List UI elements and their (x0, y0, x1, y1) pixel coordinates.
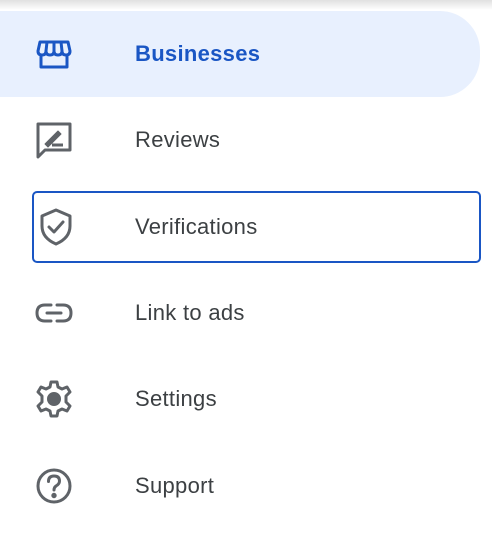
nav-item-verifications[interactable]: Verifications (32, 191, 481, 263)
nav-item-label: Settings (135, 386, 217, 411)
help-circle-icon (34, 466, 74, 506)
link-icon (34, 293, 74, 333)
nav-item-label: Businesses (135, 41, 261, 66)
verified-shield-icon (36, 207, 76, 247)
gear-icon (34, 379, 74, 419)
nav-item-label: Support (135, 473, 215, 498)
nav-item-support[interactable]: Support (0, 450, 480, 522)
nav-item-label: Reviews (135, 127, 221, 152)
nav-item-label: Verifications (135, 214, 258, 239)
nav-item-link-to-ads[interactable]: Link to ads (0, 277, 480, 349)
storefront-icon (34, 34, 74, 74)
rate-review-icon (34, 120, 74, 160)
nav-item-businesses[interactable]: Businesses (0, 11, 480, 97)
side-navigation: Businesses Reviews Verifications Link to… (0, 0, 492, 554)
nav-item-reviews[interactable]: Reviews (0, 104, 480, 176)
nav-item-label: Link to ads (135, 300, 245, 325)
nav-item-settings[interactable]: Settings (0, 363, 480, 435)
